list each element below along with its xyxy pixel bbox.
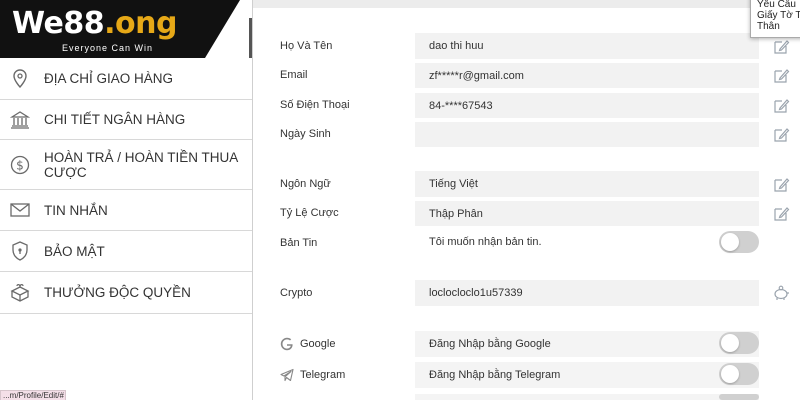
tooltip-line-1: Yêu Cầu <box>757 0 796 10</box>
newsletter-field: Tôi muốn nhận bản tin. <box>415 229 759 255</box>
odds-format-field: Thập Phân <box>415 200 759 226</box>
gift-box-icon <box>9 282 31 304</box>
next-row-toggle[interactable] <box>719 394 759 400</box>
edit-email-icon[interactable] <box>772 67 790 85</box>
newsletter-label: Bản Tin <box>280 237 318 249</box>
sidebar-item-security[interactable]: BẢO MẬT <box>0 231 252 272</box>
sidebar-item-exclusive-rewards[interactable]: THƯỞNG ĐỘC QUYỀN <box>0 272 252 314</box>
toggle-knob <box>721 233 739 251</box>
phone-field: 84-****67543 <box>415 92 759 118</box>
sidebar: ĐỊA CHỈ GIAO HÀNG CHI TIẾT NGÂN HÀNG $ H… <box>0 58 252 400</box>
language-label: Ngôn Ngữ <box>280 178 331 190</box>
email-field: zf*****r@gmail.com <box>415 62 759 88</box>
odds-format-label: Tỷ Lệ Cược <box>280 207 339 219</box>
sidebar-item-label: CHI TIẾT NGÂN HÀNG <box>44 112 186 127</box>
brand-name: We88.ong <box>12 6 177 41</box>
envelope-icon <box>9 199 31 221</box>
sidebar-item-label: HOÀN TRẢ / HOÀN TIỀN THUA CƯỢC <box>44 149 238 180</box>
sidebar-item-shipping-address[interactable]: ĐỊA CHỈ GIAO HÀNG <box>0 58 252 100</box>
telegram-icon <box>280 368 294 382</box>
edit-odds-format-icon[interactable] <box>772 205 790 223</box>
top-strip <box>253 0 800 8</box>
toggle-knob <box>721 365 739 383</box>
birthday-label: Ngày Sinh <box>280 128 331 140</box>
edit-language-icon[interactable] <box>772 176 790 194</box>
google-label: Google <box>300 338 336 350</box>
google-login-toggle[interactable] <box>719 332 759 354</box>
active-section-marker <box>249 18 252 58</box>
sidebar-item-bank-details[interactable]: CHI TIẾT NGÂN HÀNG <box>0 100 252 140</box>
crypto-field: loclocloclo1u57339 <box>415 280 759 306</box>
dollar-coin-icon: $ <box>9 154 31 176</box>
telegram-login-toggle[interactable] <box>719 363 759 385</box>
telegram-label: Telegram <box>300 369 346 381</box>
document-request-tooltip: Yêu Cầu Giấy Tờ Tùy Thân <box>750 0 800 38</box>
sidebar-item-label: THƯỞNG ĐỘC QUYỀN <box>44 285 191 300</box>
language-field: Tiếng Việt <box>415 171 759 197</box>
edit-birthday-icon[interactable] <box>772 126 790 144</box>
crypto-label: Crypto <box>280 287 313 299</box>
email-label: Email <box>280 69 308 81</box>
edit-full-name-icon[interactable] <box>772 38 790 56</box>
brand-tagline: Everyone Can Win <box>62 43 154 53</box>
sidebar-item-label: BẢO MẬT <box>44 243 105 259</box>
full-name-field: dao thi huu <box>415 33 759 59</box>
phone-label: Số Điện Thoại <box>280 99 350 111</box>
edit-phone-icon[interactable] <box>772 97 790 115</box>
google-icon <box>280 337 294 351</box>
sidebar-item-rebate[interactable]: $ HOÀN TRẢ / HOÀN TIỀN THUA CƯỢC <box>0 140 252 190</box>
status-bar-url: ...m/Profile/Edit/# <box>0 390 66 400</box>
next-row-field <box>415 394 759 400</box>
tooltip-line-2: Giấy Tờ Tùy <box>757 10 800 21</box>
piggy-bank-icon[interactable] <box>772 284 790 302</box>
toggle-knob <box>721 334 739 352</box>
svg-text:$: $ <box>16 158 24 172</box>
google-login-field: Đăng Nhập bằng Google <box>415 331 759 357</box>
birthday-field <box>415 121 759 147</box>
telegram-login-field: Đăng Nhập bằng Telegram <box>415 362 759 388</box>
sidebar-item-label: ĐỊA CHỈ GIAO HÀNG <box>44 71 174 86</box>
profile-form: Họ Và Tên dao thi huu Email zf*****r@gma… <box>253 0 800 400</box>
sidebar-item-label: TIN NHẮN <box>44 202 108 218</box>
full-name-label: Họ Và Tên <box>280 40 333 52</box>
brand-logo[interactable]: We88.ong Everyone Can Win <box>0 0 240 58</box>
tooltip-line-3: Thân <box>757 21 780 32</box>
sidebar-item-messages[interactable]: TIN NHẮN <box>0 190 252 231</box>
shield-icon <box>9 240 31 262</box>
newsletter-toggle[interactable] <box>719 231 759 253</box>
location-pin-icon <box>9 68 31 90</box>
bank-icon <box>9 109 31 131</box>
